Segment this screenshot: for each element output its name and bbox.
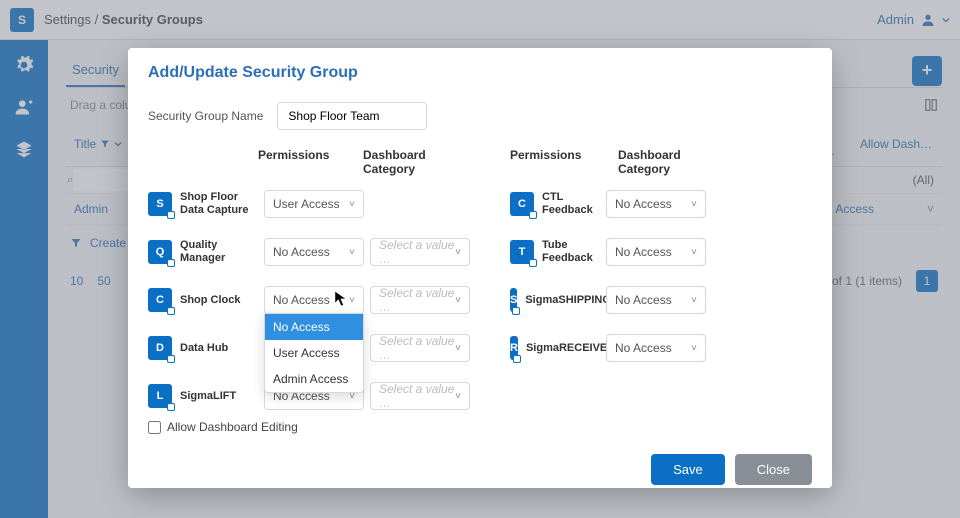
close-button[interactable]: Close <box>735 454 812 485</box>
app-icon: R <box>510 336 518 360</box>
permission-select[interactable]: No Access˅ <box>264 286 364 314</box>
app-name: Tube Feedback <box>542 239 593 264</box>
app-icon: T <box>510 240 534 264</box>
app-icon: S <box>510 288 517 312</box>
chevron-down-icon: ˅ <box>455 343 461 354</box>
group-name-input[interactable] <box>277 102 427 130</box>
dropdown-option[interactable]: No Access <box>265 314 363 340</box>
chevron-down-icon: ˅ <box>349 199 355 210</box>
permission-select[interactable]: No Access˅ <box>606 334 706 362</box>
header-dashboard: Dashboard Category <box>618 142 723 182</box>
apps-left: S Shop Floor Data Capture User Access˅ Q… <box>148 182 470 410</box>
header-permissions: Permissions <box>258 142 363 182</box>
dashboard-select[interactable]: Select a value …˅ <box>370 334 470 362</box>
dashboard-select[interactable]: Select a value …˅ <box>370 286 470 314</box>
chevron-down-icon: ˅ <box>349 295 355 306</box>
app-icon: S <box>148 192 172 216</box>
chevron-down-icon: ˅ <box>691 247 697 258</box>
apps-grid: S Shop Floor Data Capture User Access˅ Q… <box>148 182 812 410</box>
dropdown-option[interactable]: Admin Access <box>265 366 363 392</box>
app-icon: C <box>148 288 172 312</box>
chevron-down-icon: ˅ <box>691 295 697 306</box>
permission-select[interactable]: No Access˅ <box>606 190 706 218</box>
modal-body: Security Group Name Permissions Dashboar… <box>128 102 832 410</box>
chevron-down-icon: ˅ <box>455 391 461 402</box>
modal-footer: Save Close <box>128 444 832 501</box>
allow-dashboard-row: Allow Dashboard Editing <box>128 410 832 444</box>
column-headers: Permissions Dashboard Category Permissio… <box>148 142 812 182</box>
app-name: SigmaLIFT <box>180 390 236 403</box>
chevron-down-icon: ˅ <box>691 343 697 354</box>
permission-select[interactable]: No Access˅ <box>606 238 706 266</box>
app-name: Quality Manager <box>180 239 225 264</box>
save-button[interactable]: Save <box>651 454 725 485</box>
app-row-shipping: S SigmaSHIPPING No Access˅ <box>510 286 812 314</box>
chevron-down-icon: ˅ <box>691 199 697 210</box>
dropdown-option[interactable]: User Access <box>265 340 363 366</box>
permission-select[interactable]: No Access˅ <box>606 286 706 314</box>
app-icon: D <box>148 336 172 360</box>
chevron-down-icon: ˅ <box>455 295 461 306</box>
app-row-sfdc: S Shop Floor Data Capture User Access˅ <box>148 190 470 218</box>
group-name-label: Security Group Name <box>148 109 263 123</box>
group-name-row: Security Group Name <box>148 102 812 130</box>
app-row-quality: Q Quality Manager No Access˅ Select a va… <box>148 238 470 266</box>
allow-dashboard-label: Allow Dashboard Editing <box>167 420 298 434</box>
chevron-down-icon: ˅ <box>455 247 461 258</box>
header-dashboard: Dashboard Category <box>363 142 468 182</box>
modal-title: Add/Update Security Group <box>128 48 832 92</box>
app-row-tube: T Tube Feedback No Access˅ <box>510 238 812 266</box>
app-name: CTL Feedback <box>542 191 593 216</box>
chevron-down-icon: ˅ <box>349 247 355 258</box>
allow-dashboard-checkbox[interactable] <box>148 421 161 434</box>
permission-select[interactable]: No Access˅ <box>264 238 364 266</box>
dashboard-select[interactable]: Select a value …˅ <box>370 238 470 266</box>
app-icon: Q <box>148 240 172 264</box>
app-name: Shop Clock <box>180 294 241 307</box>
app-icon: C <box>510 192 534 216</box>
app-row-ctl: C CTL Feedback No Access˅ <box>510 190 812 218</box>
app-name: SigmaSHIPPING <box>525 294 611 307</box>
app-name: SigmaRECEIVE <box>526 342 607 355</box>
app-name: Shop Floor Data Capture <box>180 191 248 216</box>
dashboard-select[interactable]: Select a value …˅ <box>370 382 470 410</box>
cursor-icon <box>334 290 348 308</box>
app-row-shopclock: C Shop Clock No Access˅ No Access User A… <box>148 286 470 314</box>
permission-dropdown: No Access User Access Admin Access <box>264 313 364 393</box>
apps-right: C CTL Feedback No Access˅ T Tube Feedbac… <box>510 182 812 410</box>
permission-select[interactable]: User Access˅ <box>264 190 364 218</box>
header-permissions: Permissions <box>510 142 618 182</box>
app-row-receive: R SigmaRECEIVE No Access˅ <box>510 334 812 362</box>
modal-security-group: Add/Update Security Group Security Group… <box>128 48 832 488</box>
app-icon: L <box>148 384 172 408</box>
app-name: Data Hub <box>180 342 228 355</box>
